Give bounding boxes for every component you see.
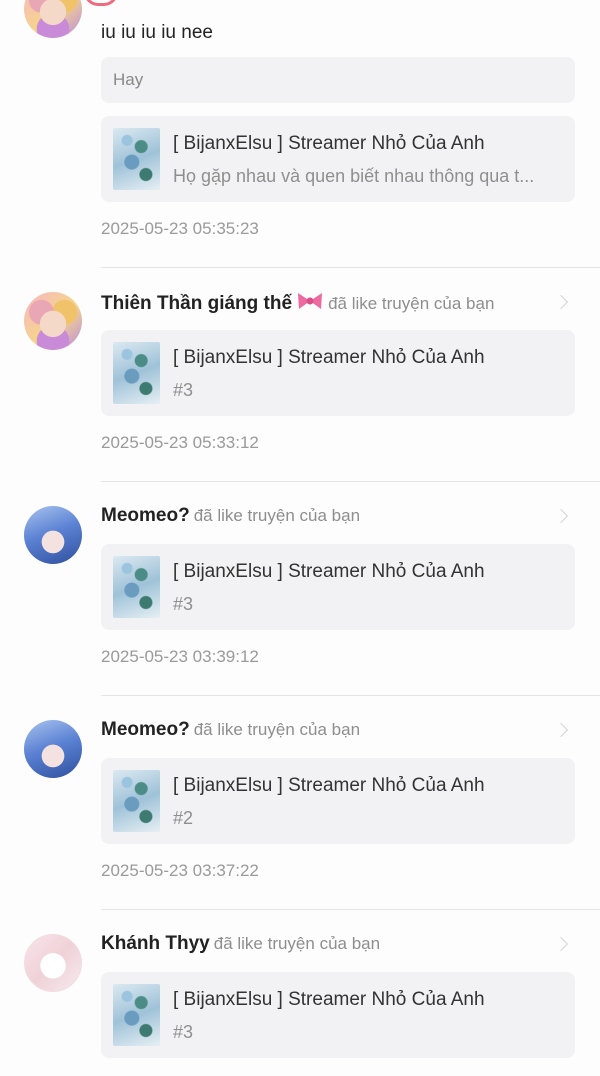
- avatar[interactable]: [24, 292, 82, 350]
- story-title: [ BijanxElsu ] Streamer Nhỏ Của Anh: [173, 989, 485, 1010]
- story-card[interactable]: [ BijanxElsu ] Streamer Nhỏ Của Anh #3: [101, 330, 575, 416]
- divider: [101, 695, 600, 696]
- action-text: đã like truyện của bạn: [328, 294, 495, 313]
- action-text: đã like truyện của bạn: [193, 720, 361, 739]
- story-cover-image: [113, 770, 160, 832]
- avatar[interactable]: [24, 506, 82, 564]
- action-text: đã like truyện của bạn: [213, 934, 381, 953]
- story-cover-image: [113, 128, 160, 190]
- timestamp: 2025-05-23 05:33:12: [101, 433, 259, 452]
- timestamp: 2025-05-23 03:37:22: [101, 861, 259, 880]
- user-name[interactable]: Meomeo?: [101, 719, 190, 740]
- story-excerpt: Họ gặp nhau và quen biết nhau thông qua …: [173, 166, 535, 186]
- story-card[interactable]: [ BijanxElsu ] Streamer Nhỏ Của Anh #3: [101, 972, 575, 1058]
- divider: [101, 267, 600, 268]
- story-cover-image: [113, 342, 160, 404]
- divider: [101, 481, 600, 482]
- chapter-number: #3: [173, 380, 194, 400]
- user-name[interactable]: Meomeo?: [101, 505, 190, 526]
- pink-bow-icon: [296, 291, 324, 317]
- story-title: [ BijanxElsu ] Streamer Nhỏ Của Anh: [173, 775, 485, 796]
- divider: [101, 909, 600, 910]
- story-card[interactable]: [ BijanxElsu ] Streamer Nhỏ Của Anh #3: [101, 544, 575, 630]
- story-cover-image: [113, 556, 160, 618]
- avatar[interactable]: [24, 720, 82, 778]
- notification-title: Khánh Thyy đã like truyện của bạn: [101, 933, 581, 955]
- chapter-number: #3: [173, 1022, 194, 1042]
- chapter-number: #2: [173, 808, 194, 828]
- action-text: đã like truyện của bạn: [193, 506, 361, 525]
- timestamp: 2025-05-23 05:35:23: [101, 219, 259, 238]
- avatar[interactable]: [24, 0, 82, 38]
- notification-feed: iu iu iu iu nee Hay [ BijanxElsu ] Strea…: [0, 0, 600, 1076]
- story-title: [ BijanxElsu ] Streamer Nhỏ Của Anh: [173, 347, 485, 368]
- user-name[interactable]: Thiên Thần giáng thế: [101, 293, 292, 314]
- reply-input[interactable]: Hay: [101, 57, 575, 103]
- story-card[interactable]: [ BijanxElsu ] Streamer Nhỏ Của Anh #2: [101, 758, 575, 844]
- timestamp: 2025-05-23 03:39:12: [101, 647, 259, 666]
- chapter-number: #3: [173, 594, 194, 614]
- avatar-frame-badge: [84, 0, 118, 6]
- story-title: [ BijanxElsu ] Streamer Nhỏ Của Anh: [173, 561, 485, 582]
- notification-title: Meomeo? đã like truyện của bạn: [101, 505, 581, 527]
- story-card[interactable]: [ BijanxElsu ] Streamer Nhỏ Của Anh Họ g…: [101, 116, 575, 202]
- comment-text: iu iu iu iu nee: [101, 22, 213, 43]
- notification-title: Meomeo? đã like truyện của bạn: [101, 719, 581, 741]
- user-name[interactable]: Khánh Thyy: [101, 933, 210, 954]
- story-title: [ BijanxElsu ] Streamer Nhỏ Của Anh: [173, 133, 485, 154]
- avatar[interactable]: [24, 934, 82, 992]
- story-cover-image: [113, 984, 160, 1046]
- notification-title: Thiên Thần giáng thế đã like truyện của b…: [101, 291, 581, 317]
